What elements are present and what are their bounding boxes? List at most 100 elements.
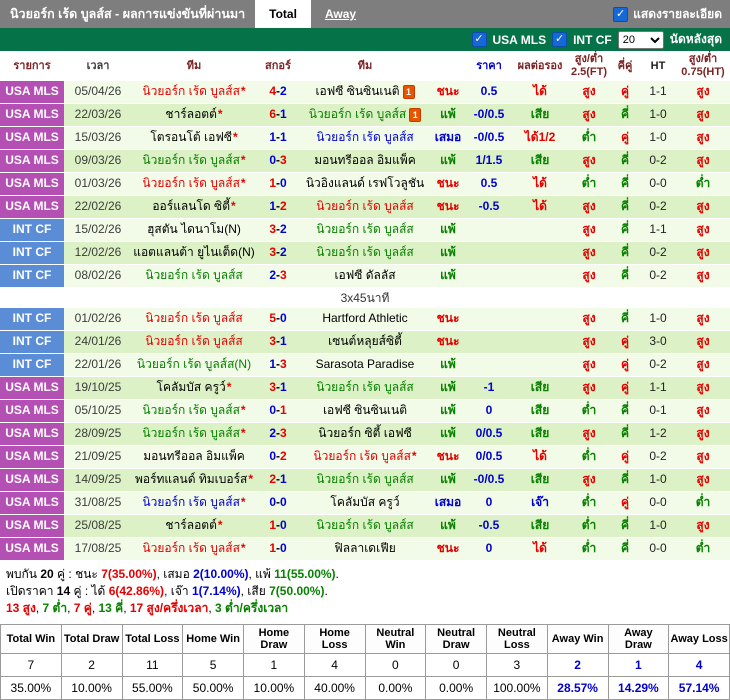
ou-ht-text: สูง (696, 518, 710, 533)
ou-ht-text: ต่ำ (695, 176, 711, 191)
summary-segment: 7 ต่ำ (42, 601, 68, 615)
handicap-price (466, 242, 512, 264)
team-name: นิวยอร์ก เร้ด บูลส์ส (313, 449, 411, 464)
int-cf-checkbox[interactable]: ✓ (552, 32, 568, 47)
ou-ft-text: สูง (582, 426, 596, 441)
league-cell: USA MLS (0, 446, 64, 468)
team-name: แอตแลนต้า ยูไนเต็ด(N) (133, 245, 255, 260)
show-detail-checkbox[interactable]: ✓ (613, 6, 629, 22)
summary-segment: 20 (40, 567, 54, 581)
league-badge: INT CF (0, 265, 64, 287)
home-marker-star: * (217, 107, 223, 122)
ht-score: 3-0 (649, 334, 667, 349)
away-team: Hartford Athletic (300, 308, 430, 330)
away-goals: 0 (280, 176, 287, 191)
match-result: เสมอ (430, 492, 466, 514)
home-goals: 3 (269, 245, 276, 260)
match-result: ชนะ (430, 308, 466, 330)
handicap-text: ได้1/2 (524, 130, 556, 145)
match-date: 15/03/26 (74, 130, 122, 145)
handicap-price: 0.5 (480, 176, 498, 191)
away-team: นิวยอร์ก เร้ด บูลส์ส (300, 469, 430, 491)
result-text: ชนะ (436, 334, 460, 349)
match-row: USA MLS 01/03/26 นิวยอร์ก เร้ด บูลส์ส * 1… (0, 173, 730, 196)
handicap-price: -0.5 (478, 518, 500, 533)
ou-ft-text: ต่ำ (581, 495, 597, 510)
league-cell: USA MLS (0, 492, 64, 514)
match-date: 05/10/25 (74, 403, 122, 418)
team-name: นิวยอร์ก เร้ด บูลส์ส (142, 176, 240, 191)
stats-count-cell: 4 (668, 653, 730, 677)
odd-even-text: คี่ (620, 176, 630, 191)
away-team: นิวยอร์ก เร้ด บูลส์ส (300, 127, 430, 149)
usa-mls-checkbox[interactable]: ✓ (471, 32, 487, 47)
away-team: มอนทรีออล อิมแพ็ค (300, 150, 430, 172)
home-marker-star: * (411, 449, 417, 464)
match-date: 22/02/26 (74, 199, 122, 214)
home-goals: 1 (269, 176, 276, 191)
home-marker-star: * (240, 153, 246, 168)
red-card-icon: 1 (409, 108, 422, 122)
stats-header-cell: Away Draw (607, 624, 670, 654)
ht-score: 0-2 (649, 199, 667, 214)
odd-even-text: คี่ (620, 245, 630, 260)
match-date: 01/03/26 (74, 176, 122, 191)
stats-count-cell: 0 (364, 653, 427, 677)
tab-total[interactable]: Total (255, 0, 311, 28)
show-detail-label: แสดงรายละเอียด (633, 6, 722, 21)
match-score: 0-2 (256, 446, 300, 468)
result-text: แพ้ (440, 472, 456, 487)
tab-away[interactable]: Away (311, 0, 370, 28)
match-date: 21/09/25 (74, 449, 122, 464)
away-goals: 3 (280, 426, 287, 441)
league-cell: INT CF (0, 354, 64, 376)
ht-score: 1-0 (649, 472, 667, 487)
odd-even-text: คี่ (620, 222, 630, 237)
ou-ft-text: ต่ำ (581, 403, 597, 418)
stats-percent-cell: 100.00% (486, 676, 548, 700)
summary-segment: 2(10.00%) (193, 567, 249, 581)
home-team: โคลัมบัส ครูว์ * (132, 377, 256, 399)
home-marker-star: * (240, 426, 246, 441)
team-name: นิวยอร์ก เร้ด บูลส์ส (316, 130, 414, 145)
ht-score: 0-1 (649, 403, 667, 418)
int-cf-label: INT CF (573, 32, 612, 47)
home-goals: 1 (269, 518, 276, 533)
title-bar: นิวยอร์ก เร้ด บูลส์ส - ผลการแข่งขันที่ผ่… (0, 0, 730, 28)
stats-percent-cell: 10.00% (60, 676, 123, 700)
ht-score: 0-2 (649, 268, 667, 283)
league-badge: INT CF (0, 308, 64, 330)
home-goals: 3 (269, 222, 276, 237)
odd-even: คู่ (610, 127, 640, 149)
over-under-ft: สูง (568, 196, 610, 218)
table-header-row: รายการ เวลา ทีม สกอร์ ทีม ราคา ผลต่อรอง … (0, 51, 730, 81)
home-goals: 6 (269, 107, 276, 122)
away-team: โคลัมบัส ครูว์ (300, 492, 430, 514)
ou-ht-text: สูง (696, 426, 710, 441)
summary-segment: . (324, 584, 328, 598)
handicap-price: -1 (483, 380, 495, 395)
odd-even: คี่ (610, 400, 640, 422)
home-team: นิวยอร์ก เร้ด บูลส์ส * (132, 400, 256, 422)
over-under-ft: สูง (568, 81, 610, 103)
result-text: แพ้ (440, 245, 456, 260)
match-count-select[interactable]: 20 (617, 30, 664, 49)
handicap-result: เสีย (512, 150, 568, 172)
odd-even-text: คู่ (620, 495, 630, 510)
summary-segment: , เสีย (240, 584, 270, 598)
away-goals: 1 (280, 380, 287, 395)
over-under-ht: สูง (676, 104, 730, 126)
team-name: เซนต์หลุยส์ซิตี้ (328, 334, 402, 349)
match-date: 08/02/26 (74, 268, 122, 283)
away-goals: 0 (280, 541, 287, 556)
match-count-suffix: นัดหลังสุด (669, 32, 722, 46)
ou-ht-text: ต่ำ (695, 541, 711, 556)
team-name: Sarasota Paradise (315, 357, 415, 372)
odd-even-text: คู่ (620, 130, 630, 145)
stats-header-cell: Home Win (182, 624, 244, 654)
ou-ht-text: สูง (696, 380, 710, 395)
ou-ht-text: สูง (696, 199, 710, 214)
odd-even-text: คู่ (620, 357, 630, 372)
match-result: แพ้ (430, 265, 466, 287)
home-team: แอตแลนต้า ยูไนเต็ด(N) (132, 242, 256, 264)
